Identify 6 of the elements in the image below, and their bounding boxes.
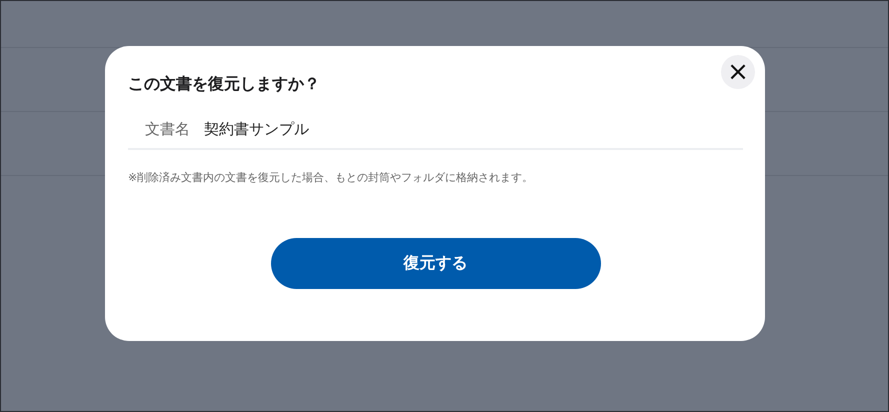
field-label: 文書名 xyxy=(145,119,190,140)
field-value: 契約書サンプル xyxy=(204,119,309,140)
note-text: ※削除済み文書内の文書を復元した場合、もとの封筒やフォルダに格納されます。 xyxy=(128,170,534,186)
dialog-title: この文書を復元しますか？ xyxy=(128,73,321,95)
restore-button[interactable]: 復元する xyxy=(270,238,600,289)
close-button[interactable]: × xyxy=(721,55,755,89)
